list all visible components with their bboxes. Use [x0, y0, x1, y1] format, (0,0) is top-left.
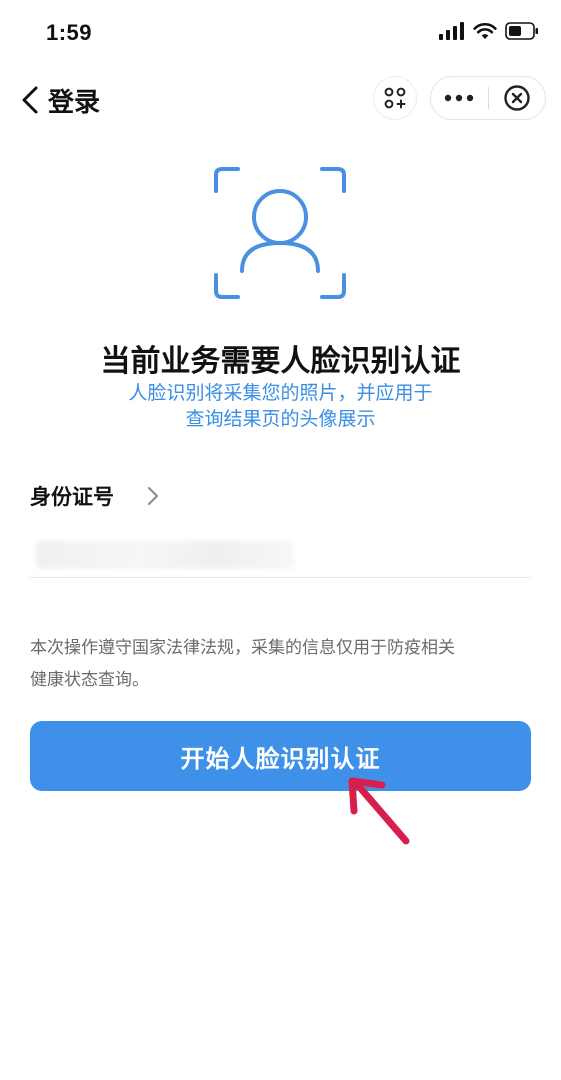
back-button[interactable]: 登录: [18, 80, 100, 120]
menu-capsule: [430, 76, 546, 120]
chevron-right-icon: [148, 487, 158, 505]
face-frame-icon: [214, 167, 346, 299]
status-time: 1:59: [46, 20, 93, 45]
pointer-arrow-icon: [348, 777, 410, 845]
id-number-label: 身份证号: [30, 485, 114, 509]
notice-line-1: 本次操作遵守国家法律法规，采集的信息仅用于防疫相关: [30, 638, 455, 658]
close-button[interactable]: [488, 76, 545, 120]
privacy-notice: 本次操作遵守国家法律法规，采集的信息仅用于防疫相关 健康状态查询。: [30, 632, 535, 696]
signal-icon: [439, 22, 464, 40]
id-number-row[interactable]: 身份证号: [30, 474, 530, 518]
close-icon: [504, 85, 530, 111]
notice-line-2: 健康状态查询。: [30, 670, 149, 690]
start-face-auth-button[interactable]: 开始人脸识别认证: [30, 721, 531, 791]
scan-button[interactable]: [373, 76, 417, 120]
subtitle-line-2: 查询结果页的头像展示: [185, 408, 376, 430]
divider: [30, 577, 530, 578]
nav-bar: 登录: [0, 70, 561, 130]
page-title: 当前业务需要人脸识别认证: [100, 344, 461, 379]
id-number-value-masked: [36, 541, 294, 569]
nav-title: 登录: [48, 87, 101, 118]
subtitle-line-1: 人脸识别将采集您的照片，并应用于: [128, 382, 433, 404]
more-icon: [445, 94, 474, 102]
wifi-icon: [473, 22, 497, 39]
status-bar: 1:59: [0, 0, 561, 70]
more-button[interactable]: [431, 76, 488, 120]
face-auth-page: 1:59 登录 当前业务需要人脸识别认证 人脸识别将采集您的照片，并应用于 查询…: [0, 0, 561, 1080]
scan-icon: [384, 87, 406, 109]
battery-icon: [505, 22, 538, 40]
status-icons: [439, 22, 539, 40]
back-chevron-icon: [22, 86, 38, 114]
